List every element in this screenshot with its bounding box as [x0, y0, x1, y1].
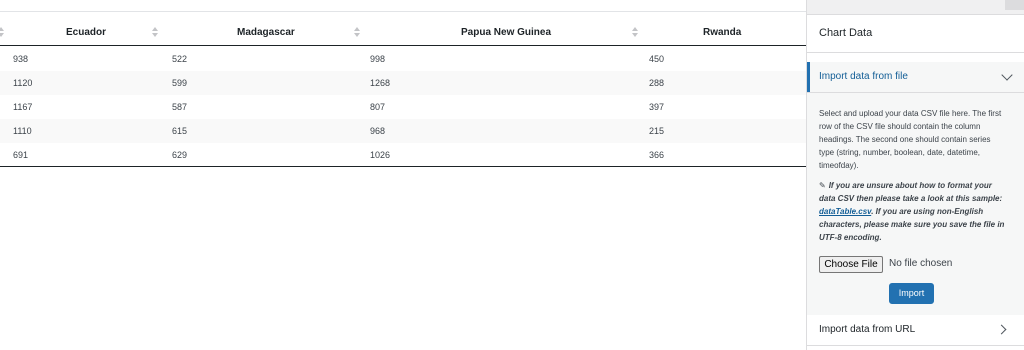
- import-file-panel: Select and upload your data CSV file her…: [807, 93, 1024, 315]
- page: Ecuador Madagascar Papua New Guinea Rwan…: [0, 0, 1024, 350]
- import-file-label: Import data from file: [819, 71, 908, 82]
- sidebar-title: Chart Data: [819, 27, 873, 39]
- table-cell: 968: [370, 126, 386, 136]
- hint-text-before: If you are unsure about how to format yo…: [819, 181, 1003, 203]
- table-cell: 1120: [13, 78, 33, 88]
- table-cell: 1026: [370, 150, 391, 160]
- table-row: 1110 615 968 215: [0, 119, 806, 143]
- sample-csv-link[interactable]: dataTable.csv: [819, 207, 871, 216]
- table-cell: 1110: [13, 126, 32, 136]
- table-cell: 587: [172, 102, 188, 112]
- chevron-right-icon: [996, 324, 1007, 335]
- table-cell: 629: [172, 150, 188, 160]
- table-cell: 998: [370, 54, 386, 64]
- scrollbar-stub: [1005, 0, 1024, 10]
- table-cell: 807: [370, 102, 386, 112]
- table-cell: 397: [649, 102, 665, 112]
- column-header-madagascar[interactable]: Madagascar: [237, 20, 295, 46]
- table-cell: 691: [13, 150, 29, 160]
- table-cell: 615: [172, 126, 188, 136]
- table-cell: 1268: [370, 78, 391, 88]
- top-bar: [0, 0, 806, 12]
- chevron-down-icon: [1001, 69, 1013, 81]
- table-cell: 366: [649, 150, 665, 160]
- import-url-label: Import data from URL: [819, 324, 916, 335]
- sort-icon[interactable]: [152, 27, 158, 39]
- table-cell: 450: [649, 54, 665, 64]
- table-cell: 1167: [13, 102, 33, 112]
- sort-icon[interactable]: [354, 27, 360, 39]
- choose-file-button[interactable]: Choose File: [819, 256, 883, 273]
- sidebar-top-strip: [807, 0, 1024, 14]
- table-cell: 215: [649, 126, 665, 136]
- table-row: 938 522 998 450: [0, 47, 806, 71]
- table-row: 1120 599 1268 288: [0, 71, 806, 95]
- table-row: 1167 587 807 397: [0, 95, 806, 119]
- data-table-panel: Ecuador Madagascar Papua New Guinea Rwan…: [0, 0, 806, 350]
- table-cell: 522: [172, 54, 188, 64]
- file-status-text: No file chosen: [889, 258, 953, 269]
- sort-icon[interactable]: [0, 27, 4, 39]
- table-cell: 288: [649, 78, 665, 88]
- sort-icon[interactable]: [632, 27, 638, 39]
- column-header-rwanda[interactable]: Rwanda: [703, 20, 741, 46]
- import-file-description: Select and upload your data CSV file her…: [819, 109, 1002, 170]
- table-bottom-border: [0, 166, 806, 167]
- chart-data-sidebar: Chart Data Import data from file Select …: [806, 0, 1024, 350]
- divider: [807, 52, 1024, 53]
- table-cell: 938: [13, 54, 29, 64]
- column-header-papua-new-guinea[interactable]: Papua New Guinea: [461, 20, 551, 46]
- import-button[interactable]: Import: [889, 283, 934, 304]
- table-cell: 599: [172, 78, 188, 88]
- divider: [807, 14, 1024, 15]
- import-url-accordion-header[interactable]: Import data from URL: [807, 315, 1024, 345]
- csv-format-hint: ✎ If you are unsure about how to format y…: [819, 179, 1007, 244]
- import-file-accordion-header[interactable]: Import data from file: [807, 62, 1024, 92]
- column-header-ecuador[interactable]: Ecuador: [66, 20, 106, 46]
- divider: [807, 345, 1024, 346]
- table-header: Ecuador Madagascar Papua New Guinea Rwan…: [0, 20, 806, 46]
- table-row: 691 629 1026 366: [0, 143, 806, 167]
- megaphone-icon: ✎: [819, 181, 826, 190]
